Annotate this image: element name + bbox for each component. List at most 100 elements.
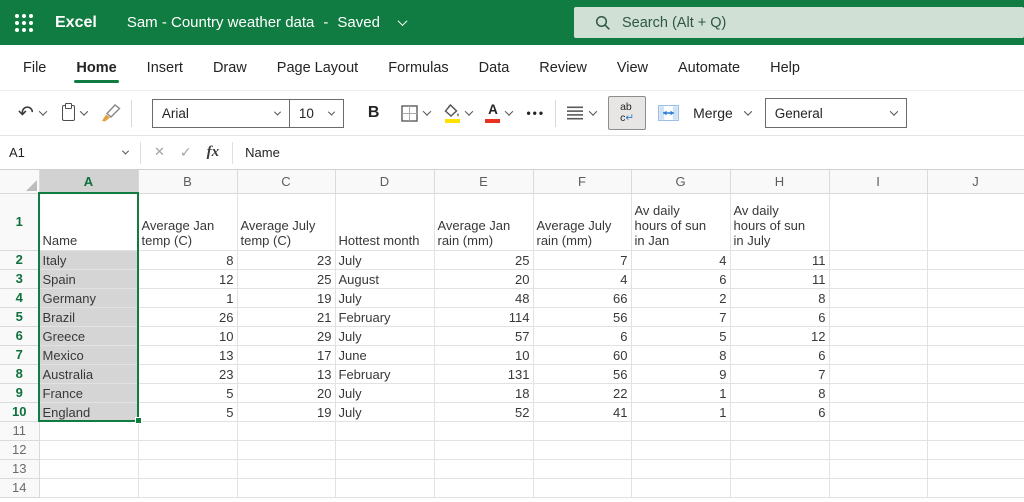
cell-F12[interactable] <box>533 440 632 460</box>
cell-F4[interactable]: 66 <box>533 288 632 308</box>
row-header-10[interactable]: 10 <box>0 401 40 422</box>
cell-A11[interactable] <box>39 421 139 441</box>
cell-H12[interactable] <box>730 440 830 460</box>
cell-A5[interactable]: Brazil <box>39 307 139 327</box>
name-box[interactable]: A1 <box>0 136 140 169</box>
document-title[interactable]: Sam - Country weather data - Saved <box>127 14 408 31</box>
cell-F7[interactable]: 60 <box>533 345 632 365</box>
fill-handle[interactable] <box>135 417 142 424</box>
tab-automate[interactable]: Automate <box>663 45 755 90</box>
cell-G12[interactable] <box>631 440 731 460</box>
cell-B12[interactable] <box>138 440 238 460</box>
cell-I4[interactable] <box>829 288 928 308</box>
cell-C11[interactable] <box>237 421 336 441</box>
cell-C2[interactable]: 23 <box>237 250 336 270</box>
cell-A8[interactable]: Australia <box>39 364 139 384</box>
cell-E11[interactable] <box>434 421 534 441</box>
cell-D8[interactable]: February <box>335 364 435 384</box>
cell-J13[interactable] <box>927 459 1024 479</box>
cell-B10[interactable]: 5 <box>138 402 238 422</box>
cell-H6[interactable]: 12 <box>730 326 830 346</box>
more-font-options-button[interactable]: ••• <box>526 106 545 120</box>
cell-F14[interactable] <box>533 478 632 498</box>
row-header-2[interactable]: 2 <box>0 249 40 270</box>
row-header-5[interactable]: 5 <box>0 306 40 327</box>
cell-I9[interactable] <box>829 383 928 403</box>
cell-B14[interactable] <box>138 478 238 498</box>
cell-D12[interactable] <box>335 440 435 460</box>
cell-A2[interactable]: Italy <box>39 250 139 270</box>
cell-G11[interactable] <box>631 421 731 441</box>
cell-D6[interactable]: July <box>335 326 435 346</box>
cell-J1[interactable] <box>927 193 1024 251</box>
cell-D14[interactable] <box>335 478 435 498</box>
col-header-C[interactable]: C <box>236 170 336 194</box>
cell-F8[interactable]: 56 <box>533 364 632 384</box>
cell-J14[interactable] <box>927 478 1024 498</box>
cell-D2[interactable]: July <box>335 250 435 270</box>
cell-F10[interactable]: 41 <box>533 402 632 422</box>
cell-G13[interactable] <box>631 459 731 479</box>
col-header-D[interactable]: D <box>334 170 435 194</box>
cell-J8[interactable] <box>927 364 1024 384</box>
cell-B9[interactable]: 5 <box>138 383 238 403</box>
number-format-select[interactable]: General <box>764 98 907 128</box>
cell-I2[interactable] <box>829 250 928 270</box>
cell-E14[interactable] <box>434 478 534 498</box>
cell-E5[interactable]: 114 <box>434 307 534 327</box>
app-name[interactable]: Excel <box>55 14 97 32</box>
merge-cells-button[interactable]: Merge <box>658 105 753 121</box>
font-size-select[interactable]: 10 <box>288 99 343 127</box>
cell-H13[interactable] <box>730 459 830 479</box>
cell-A14[interactable] <box>39 478 139 498</box>
cell-F2[interactable]: 7 <box>533 250 632 270</box>
cell-G3[interactable]: 6 <box>631 269 731 289</box>
tab-draw[interactable]: Draw <box>198 45 262 90</box>
cell-D4[interactable]: July <box>335 288 435 308</box>
cell-I7[interactable] <box>829 345 928 365</box>
cell-E4[interactable]: 48 <box>434 288 534 308</box>
cell-H4[interactable]: 8 <box>730 288 830 308</box>
row-header-8[interactable]: 8 <box>0 363 40 384</box>
cell-E12[interactable] <box>434 440 534 460</box>
cell-E7[interactable]: 10 <box>434 345 534 365</box>
cell-C6[interactable]: 29 <box>237 326 336 346</box>
formula-input[interactable]: Name <box>233 145 1024 160</box>
tab-data[interactable]: Data <box>464 45 525 90</box>
font-name-select[interactable]: Arial <box>153 100 289 127</box>
cell-B5[interactable]: 26 <box>138 307 238 327</box>
cell-F3[interactable]: 4 <box>533 269 632 289</box>
cell-I13[interactable] <box>829 459 928 479</box>
cell-G4[interactable]: 2 <box>631 288 731 308</box>
col-header-E[interactable]: E <box>433 170 534 194</box>
cell-H14[interactable] <box>730 478 830 498</box>
cell-A7[interactable]: Mexico <box>39 345 139 365</box>
cell-C9[interactable]: 20 <box>237 383 336 403</box>
cell-G14[interactable] <box>631 478 731 498</box>
cell-J11[interactable] <box>927 421 1024 441</box>
cell-F9[interactable]: 22 <box>533 383 632 403</box>
row-header-4[interactable]: 4 <box>0 287 40 308</box>
cell-F13[interactable] <box>533 459 632 479</box>
cell-D5[interactable]: February <box>335 307 435 327</box>
cell-H5[interactable]: 6 <box>730 307 830 327</box>
cell-J6[interactable] <box>927 326 1024 346</box>
cell-A6[interactable]: Greece <box>39 326 139 346</box>
cell-J12[interactable] <box>927 440 1024 460</box>
confirm-icon[interactable]: ✓ <box>180 145 192 161</box>
cell-D13[interactable] <box>335 459 435 479</box>
cell-B6[interactable]: 10 <box>138 326 238 346</box>
tab-help[interactable]: Help <box>755 45 815 90</box>
cell-A10[interactable]: England <box>39 402 139 422</box>
cell-G9[interactable]: 1 <box>631 383 731 403</box>
bold-button[interactable]: B <box>360 100 388 126</box>
title-chevron-down-icon[interactable] <box>397 16 408 27</box>
cell-C4[interactable]: 19 <box>237 288 336 308</box>
cell-B8[interactable]: 23 <box>138 364 238 384</box>
cell-G7[interactable]: 8 <box>631 345 731 365</box>
select-all-corner[interactable] <box>0 170 40 194</box>
cell-C12[interactable] <box>237 440 336 460</box>
cell-D3[interactable]: August <box>335 269 435 289</box>
cell-F11[interactable] <box>533 421 632 441</box>
cell-C1[interactable]: Average July temp (C) <box>237 193 336 251</box>
